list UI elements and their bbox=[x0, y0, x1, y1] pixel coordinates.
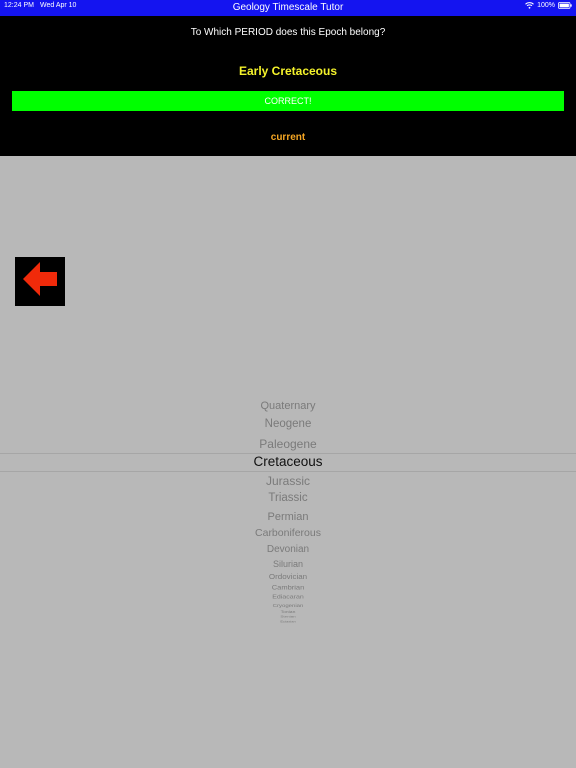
picker-item[interactable]: Quaternary bbox=[0, 401, 576, 412]
picker-item-selected[interactable]: Cretaceous bbox=[0, 455, 576, 469]
picker-item[interactable]: Triassic bbox=[0, 493, 576, 505]
picker-item[interactable]: Cambrian bbox=[0, 584, 576, 591]
status-bar: 12:24 PM Wed Apr 10 Geology Timescale Tu… bbox=[0, 0, 576, 16]
picker-item[interactable]: Cryogenian bbox=[0, 603, 576, 608]
left-arrow-icon bbox=[20, 259, 60, 304]
epoch-name: Early Cretaceous bbox=[238, 64, 338, 78]
picker-item[interactable]: Silurian bbox=[0, 559, 576, 569]
picker-item[interactable]: Neogene bbox=[0, 419, 576, 431]
result-banner: CORRECT! bbox=[12, 91, 564, 111]
picker-item[interactable]: Paleogene bbox=[0, 438, 576, 450]
picker-item[interactable]: Devonian bbox=[0, 544, 576, 555]
back-button[interactable] bbox=[15, 257, 65, 306]
quiz-panel: To Which PERIOD does this Epoch belong? … bbox=[0, 16, 576, 156]
question-text: To Which PERIOD does this Epoch belong? bbox=[190, 27, 386, 38]
picker-item[interactable]: Jurassic bbox=[0, 475, 576, 487]
picker-item[interactable]: Ectasian bbox=[0, 620, 576, 622]
status-indicators: 100% bbox=[525, 2, 572, 9]
battery-percent: 100% bbox=[537, 2, 555, 9]
picker-item[interactable]: Ediacaran bbox=[0, 595, 576, 601]
picker-selection-bottom-line bbox=[0, 471, 576, 472]
status-label: current bbox=[270, 132, 306, 143]
wifi-icon bbox=[525, 2, 534, 9]
picker-item[interactable]: Permian bbox=[0, 511, 576, 523]
picker-item[interactable]: Stenian bbox=[0, 616, 576, 619]
picker-item[interactable]: Tonian bbox=[0, 610, 576, 614]
picker-item[interactable]: Ordovician bbox=[0, 572, 576, 581]
app-title: Geology Timescale Tutor bbox=[232, 2, 344, 13]
battery-icon bbox=[558, 2, 572, 9]
picker-item[interactable]: Carboniferous bbox=[0, 528, 576, 539]
